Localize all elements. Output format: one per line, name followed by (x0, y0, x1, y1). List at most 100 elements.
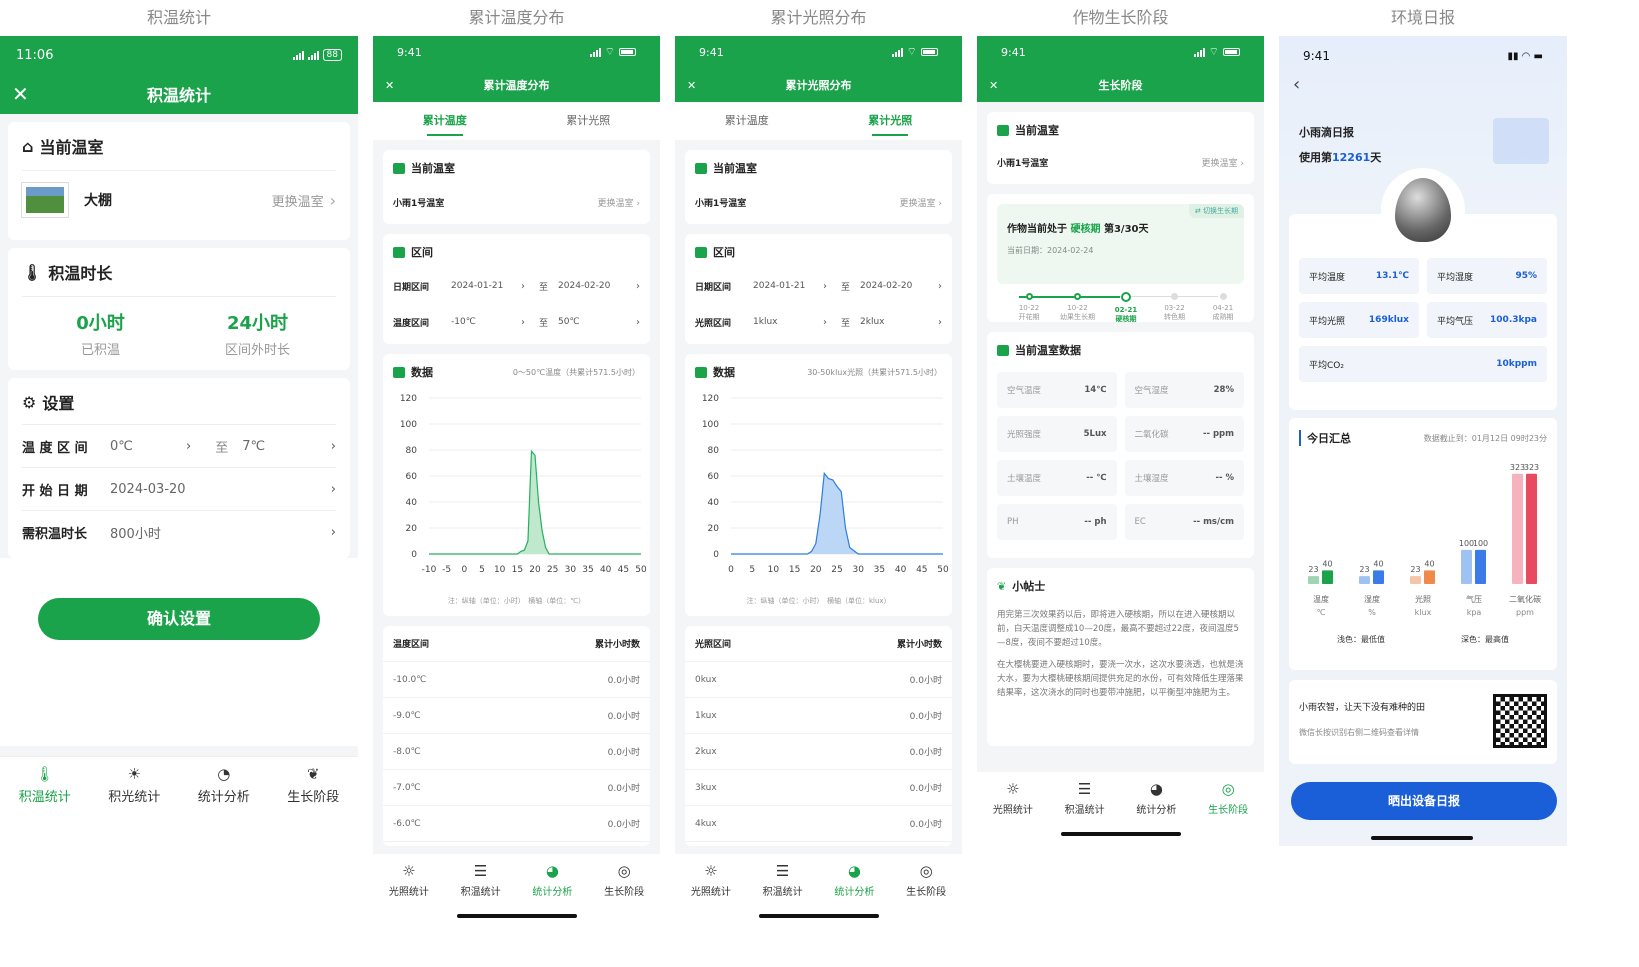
page-title: 累计温度分布 (483, 79, 550, 92)
tab-cumulative-light[interactable]: 累计光照 (819, 102, 963, 140)
step-date: 04-21 (1212, 304, 1234, 312)
value-range-row[interactable]: 温度区间 -10℃ › 至 50℃ › (393, 312, 640, 332)
close-icon[interactable]: ✕ (989, 79, 998, 92)
x-unit-label: ℃ (1317, 608, 1326, 617)
tab-accumulated-light[interactable]: ☀ 积光统计 (90, 765, 180, 806)
tab-light[interactable]: ☼ 光照统计 (675, 862, 747, 931)
to-label: 至 (215, 440, 229, 456)
section-range: 区间 (713, 246, 735, 259)
tab-accumulated-temp[interactable]: 🌡 积温统计 (0, 765, 90, 806)
tab-label: 积温统计 (460, 887, 501, 898)
tab-light[interactable]: ☼ 光照统计 (373, 862, 445, 931)
stage-step[interactable]: 10-22 开花期 (1007, 290, 1051, 322)
tab-temp[interactable]: ☰ 积温统计 (747, 862, 819, 931)
close-icon[interactable]: ✕ (12, 82, 29, 106)
out-of-range-label: 区间外时长 (224, 343, 290, 358)
date-range-row[interactable]: 日期区间 2024-01-21 › 至 2024-02-20 › (393, 276, 640, 296)
switch-stage-button[interactable]: ⇄ 切换生长期 (1188, 204, 1244, 218)
greenhouse-icon (997, 124, 1009, 136)
tab-growth[interactable]: ◎ 生长阶段 (1192, 780, 1264, 846)
tab-label: 光照统计 (690, 887, 731, 898)
temp-range-row[interactable]: 温 度 区 间 0℃ › 至 7℃ › (22, 425, 336, 468)
date-range-row[interactable]: 日期区间 2024-01-21 › 至 2024-02-20 › (695, 276, 942, 296)
close-icon[interactable]: ✕ (385, 79, 394, 92)
cell-label: EC (1134, 517, 1146, 527)
step-date: 02-21 (1114, 306, 1138, 314)
bar-value-label: 40 (1424, 559, 1434, 568)
step-date: 10-22 (1067, 304, 1088, 312)
temp-min-value[interactable]: 0℃ (110, 439, 186, 454)
tab-statistics[interactable]: ◕ 统计分析 (819, 862, 891, 931)
row-hours: 0.0小时 (909, 820, 942, 830)
date-start[interactable]: 2024-01-21 (451, 281, 521, 291)
tab-temp[interactable]: ☰ 积温统计 (1049, 780, 1121, 846)
chevron-right-icon: › (938, 280, 942, 292)
temp-max-value[interactable]: 7℃ (242, 439, 331, 454)
chevron-right-icon: › (823, 316, 827, 328)
greenhouse-selector[interactable]: 小雨1号温室 更换温室 › (393, 196, 640, 209)
y-tick-label: 80 (406, 446, 418, 456)
value-max[interactable]: 2klux (860, 317, 938, 327)
date-end[interactable]: 2024-02-20 (558, 281, 636, 291)
table-row: -10.0℃ 0.0小时 (383, 662, 650, 698)
row-hours: 0.0小时 (909, 712, 942, 722)
value-max[interactable]: 50℃ (558, 317, 636, 327)
wifi-icon: ⌔ (906, 45, 917, 58)
required-hours-row[interactable]: 需积温时长 800小时 › (22, 511, 336, 554)
calendar-icon (695, 246, 707, 258)
table-row: -8.0℃ 0.0小时 (383, 734, 650, 770)
greenhouse-selector[interactable]: 小雨1号温室 更换温室 › (997, 156, 1244, 169)
change-greenhouse-link[interactable]: 更换温室 (900, 199, 936, 209)
date-end[interactable]: 2024-02-20 (860, 281, 938, 291)
date-start[interactable]: 2024-01-21 (753, 281, 823, 291)
tab-cumulative-temp[interactable]: 累计温度 (373, 102, 517, 140)
tab-label: 生长阶段 (604, 887, 645, 898)
tab-growth[interactable]: ◎ 生长阶段 (890, 862, 962, 931)
change-greenhouse-link[interactable]: 更换温室 (1202, 159, 1238, 169)
x-category-label: 光照 (1415, 594, 1431, 604)
growth-icon: ◎ (1221, 780, 1235, 798)
section-accumulated-duration: 积温时长 (48, 264, 113, 283)
chevron-right-icon: › (521, 280, 525, 292)
change-greenhouse-link[interactable]: 更换温室 (598, 199, 634, 209)
tab-statistics[interactable]: ◕ 统计分析 (517, 862, 589, 931)
bar (1373, 570, 1384, 584)
battery-icon: 88 (322, 49, 342, 61)
value-min[interactable]: 1klux (753, 317, 823, 327)
y-tick-label: 40 (406, 498, 418, 508)
change-greenhouse-link[interactable]: 更换温室 (272, 191, 324, 210)
stage-step[interactable]: 10-22 幼果生长期 (1056, 290, 1100, 322)
close-icon[interactable]: ✕ (687, 79, 696, 92)
row-hours: 0.0小时 (607, 784, 640, 794)
greenhouse-selector[interactable]: 小雨1号温室 更换温室 › (695, 196, 942, 209)
tab-growth[interactable]: ◎ 生长阶段 (588, 862, 660, 931)
screen-env-daily: 9:41 ▮▮ ◠ ▬ ‹ 小雨滴日报 使用第12261天 平均温度 13.1℃ 平均… (1279, 36, 1567, 846)
share-report-button[interactable]: 晒出设备日报 (1291, 782, 1557, 820)
value-min[interactable]: -10℃ (451, 317, 521, 327)
tab-statistics[interactable]: ◔ 统计分析 (179, 765, 269, 806)
x-category-label: 湿度 (1364, 594, 1380, 604)
usage-prefix: 使用第 (1299, 151, 1332, 164)
page-title: 累计光照分布 (785, 79, 852, 92)
tab-growth-stage[interactable]: ❦ 生长阶段 (269, 765, 359, 806)
start-date-row[interactable]: 开 始 日 期 2024-03-20 › (22, 468, 336, 511)
step-name: 成熟期 (1212, 313, 1234, 321)
greenhouse-selector[interactable]: 大棚 更换温室 › (22, 170, 336, 217)
stage-step[interactable]: 04-21 成熟期 (1201, 290, 1245, 322)
table-header: 光照区间 累计小时数 (685, 626, 952, 662)
tab-statistics[interactable]: ◕ 统计分析 (1121, 780, 1193, 846)
y-tick-label: 120 (702, 394, 719, 404)
stage-step[interactable]: 02-21 硬核期 (1104, 290, 1148, 324)
tab-light[interactable]: ☼ 光照统计 (977, 780, 1049, 846)
confirm-settings-button[interactable]: 确认设置 (38, 598, 320, 640)
tab-cumulative-temp[interactable]: 累计温度 (675, 102, 819, 140)
bar (1512, 473, 1523, 584)
back-icon[interactable]: ‹ (1293, 74, 1300, 95)
table-header: 温度区间 累计小时数 (383, 626, 650, 662)
tab-temp[interactable]: ☰ 积温统计 (445, 862, 517, 931)
row-hours: 0.0小时 (909, 748, 942, 758)
stage-step[interactable]: 03-22 转色期 (1153, 290, 1197, 322)
value-range-row[interactable]: 光照区间 1klux › 至 2klux › (695, 312, 942, 332)
tab-cumulative-light[interactable]: 累计光照 (517, 102, 661, 140)
step-name: 幼果生长期 (1060, 313, 1095, 321)
